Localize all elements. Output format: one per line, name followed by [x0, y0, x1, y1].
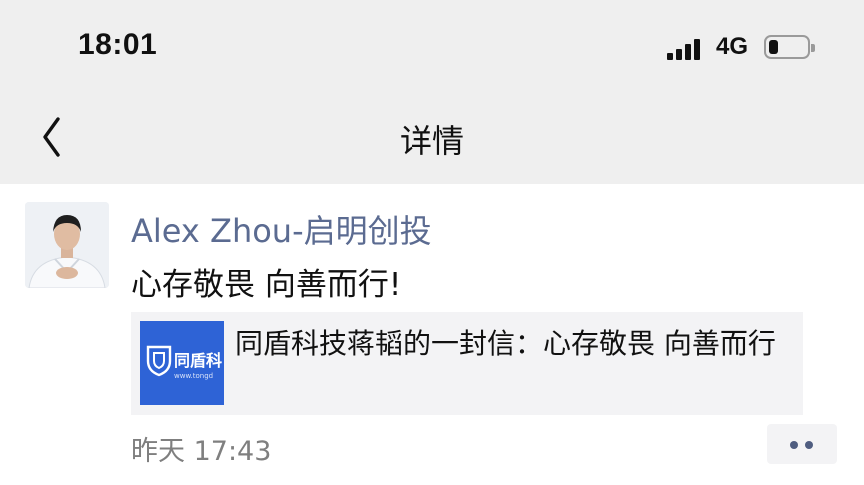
post-text: 心存敬畏 向善而行!	[131, 267, 402, 303]
page-title: 详情	[399, 122, 464, 160]
network-type: 4G	[716, 33, 749, 60]
status-time: 18:01	[78, 28, 158, 61]
thumbnail-brand-text: 同盾科	[174, 351, 222, 370]
post-timestamp: 昨天 17:43	[131, 436, 272, 467]
avatar[interactable]	[25, 202, 109, 288]
battery-icon	[764, 35, 815, 59]
signal-icon	[667, 38, 707, 60]
battery-level	[769, 40, 778, 54]
more-button[interactable]	[767, 424, 837, 464]
status-bar: 18:01 4G	[0, 0, 864, 92]
more-dots-icon	[805, 441, 813, 449]
more-dots-icon	[790, 441, 798, 449]
link-card[interactable]: 同盾科 www.tongd 同盾科技蒋韬的一封信：心存敬畏 向善而行	[131, 312, 803, 415]
link-thumbnail: 同盾科 www.tongd	[140, 321, 224, 405]
nav-bar: 详情	[0, 92, 864, 184]
thumbnail-url-text: www.tongd	[174, 372, 213, 380]
link-title: 同盾科技蒋韬的一封信：心存敬畏 向善而行	[235, 327, 776, 360]
author-name[interactable]: Alex Zhou-启明创投	[131, 206, 432, 252]
